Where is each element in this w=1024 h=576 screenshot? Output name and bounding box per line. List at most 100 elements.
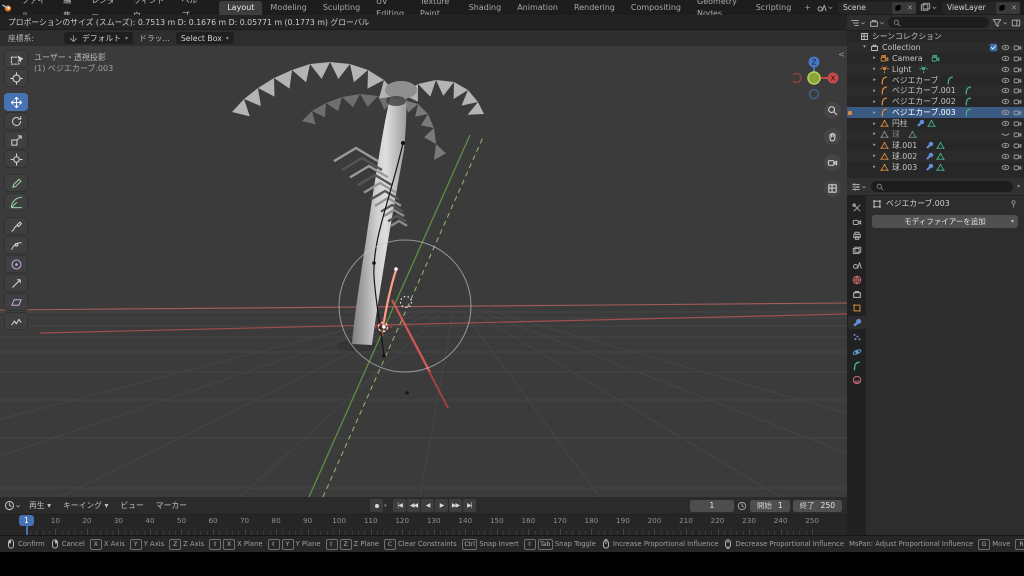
tool-radius-button[interactable]	[4, 255, 28, 273]
camera-restrict-icon[interactable]	[1013, 43, 1022, 52]
properties-tab-scene-cone[interactable]	[848, 259, 866, 272]
eye-open-icon[interactable]	[1001, 108, 1010, 117]
eye-open-icon[interactable]	[1001, 152, 1010, 161]
playhead[interactable]: 1	[19, 515, 34, 526]
tool-move-button[interactable]	[4, 93, 28, 111]
new-view-layer-icon[interactable]	[996, 2, 1008, 14]
selected-handle-point[interactable]	[394, 267, 398, 271]
curve-control-point[interactable]	[401, 141, 405, 145]
camera-restrict-icon[interactable]	[1013, 108, 1022, 117]
eye-open-icon[interactable]	[1001, 76, 1010, 85]
jump-start-button[interactable]: |◀	[393, 499, 406, 512]
workspace-tab-scripting[interactable]: Scripting	[748, 1, 800, 15]
camera-restrict-icon[interactable]	[1013, 119, 1022, 128]
jump-end-button[interactable]: ▶|	[463, 499, 476, 512]
start-frame-field[interactable]: 開始1	[750, 500, 790, 512]
outliner-row-selected[interactable]: ▸ベジエカーブ.003	[847, 107, 1024, 118]
workspace-tab-layout[interactable]: Layout	[219, 1, 262, 15]
outliner-row-3[interactable]: ▸Light	[847, 64, 1024, 75]
orientation-dropdown[interactable]: デフォルト ▾	[64, 32, 133, 44]
eye-open-icon[interactable]	[1001, 65, 1010, 74]
auto-key-record-button[interactable]	[370, 499, 383, 512]
selected-handle-point[interactable]	[382, 325, 385, 328]
remove-view-layer-icon[interactable]: ✕	[1008, 2, 1020, 14]
outliner-row-1[interactable]: ▾Collection	[847, 42, 1024, 53]
workspace-tab-sculpting[interactable]: Sculpting	[315, 1, 368, 15]
tool-annotate-button[interactable]	[4, 174, 28, 192]
eye-open-icon[interactable]	[1001, 43, 1010, 52]
properties-editor-type-icon[interactable]	[851, 182, 867, 192]
gizmo-minus-x-axis[interactable]	[793, 74, 801, 83]
timeline-menu-3[interactable]: マーカー	[150, 500, 193, 511]
eye-open-icon[interactable]	[1001, 141, 1010, 150]
end-frame-field[interactable]: 終了250	[793, 500, 842, 512]
camera-restrict-icon[interactable]	[1013, 65, 1022, 74]
eye-open-icon[interactable]	[1001, 163, 1010, 172]
nav-grid-button[interactable]	[824, 180, 841, 197]
disclosure-triangle-icon[interactable]: ▸	[871, 77, 878, 83]
properties-tab-material[interactable]	[848, 374, 866, 387]
new-scene-icon[interactable]	[892, 2, 904, 14]
disclosure-triangle-icon[interactable]: ▸	[871, 110, 878, 116]
prev-keyframe-button[interactable]: ◀◀	[407, 499, 420, 512]
curve-control-point[interactable]	[372, 261, 376, 265]
outliner-row-8[interactable]: ▸円柱	[847, 118, 1024, 129]
gizmo-minus-z-axis[interactable]	[810, 90, 819, 99]
outliner-row-10[interactable]: ▸球.001	[847, 140, 1024, 151]
add-modifier-button[interactable]: モディファイアーを追加 ▾	[872, 215, 1018, 228]
checkbox-icon[interactable]	[989, 43, 998, 52]
camera-restrict-icon[interactable]	[1013, 86, 1022, 95]
camera-restrict-icon[interactable]	[1013, 54, 1022, 63]
play-button[interactable]: ▶	[435, 499, 448, 512]
chevron-down-icon[interactable]: ▾	[384, 503, 387, 509]
curve-control-point[interactable]	[382, 354, 386, 358]
timeline-menu-1[interactable]: キーイング ▾	[57, 500, 114, 511]
outliner-row-9[interactable]: ▸球	[847, 129, 1024, 140]
outliner-row-12[interactable]: ▸球.003	[847, 162, 1024, 173]
workspace-tab-compositing[interactable]: Compositing	[623, 1, 689, 15]
timeline-ruler[interactable]: 1 10203040506070809010011012013014015016…	[0, 515, 847, 535]
filter-icon[interactable]	[992, 18, 1008, 28]
outliner-row-2[interactable]: ▸Camera	[847, 53, 1024, 64]
tool-randomize-button[interactable]	[4, 312, 28, 330]
disclosure-triangle-icon[interactable]: ▸	[871, 88, 878, 94]
disclosure-triangle-icon[interactable]: ▸	[871, 121, 878, 127]
tool-scale-button[interactable]	[4, 131, 28, 149]
eye-closed-icon[interactable]	[1001, 130, 1010, 139]
timeline-editor-type-icon[interactable]	[4, 500, 21, 511]
camera-restrict-icon[interactable]	[1013, 141, 1022, 150]
properties-tab-particles[interactable]	[848, 331, 866, 344]
display-mode-icon[interactable]	[850, 18, 866, 28]
pin-icon[interactable]	[1009, 199, 1018, 208]
scene-selector-icon[interactable]	[816, 2, 834, 13]
chevron-down-icon[interactable]: ▾	[1017, 183, 1020, 190]
disclosure-triangle-icon[interactable]: ▸	[871, 153, 878, 159]
disclosure-triangle-icon[interactable]: ▸	[871, 55, 878, 61]
unlink-scene-icon[interactable]: ✕	[904, 2, 916, 14]
workspace-tab-shading[interactable]: Shading	[461, 1, 510, 15]
timeline-menu-0[interactable]: 再生 ▾	[23, 500, 57, 511]
clock-icon[interactable]	[737, 501, 747, 511]
tool-rotate-button[interactable]	[4, 112, 28, 130]
add-workspace-button[interactable]: +	[799, 3, 816, 12]
eye-open-icon[interactable]	[1001, 86, 1010, 95]
selected-curve-segment[interactable]	[383, 270, 396, 328]
curve-control-point[interactable]	[405, 391, 409, 395]
properties-tab-collection[interactable]	[848, 287, 866, 300]
outliner-row-5[interactable]: ▸ベジエカーブ.001	[847, 85, 1024, 96]
disclosure-triangle-icon[interactable]: ▸	[871, 164, 878, 170]
properties-tab-physics[interactable]	[848, 345, 866, 358]
current-frame-field[interactable]: 1	[690, 500, 734, 512]
scene-field[interactable]: Scene ✕	[838, 2, 916, 14]
play-reverse-button[interactable]: ◀	[421, 499, 434, 512]
properties-tab-wrench[interactable]	[848, 316, 866, 329]
eye-open-icon[interactable]	[1001, 54, 1010, 63]
disclosure-triangle-icon[interactable]: ▸	[871, 142, 878, 148]
disclosure-triangle-icon[interactable]: ▸	[871, 99, 878, 105]
3d-viewport[interactable]: ユーザー・透視投影 (1) ベジエカーブ.003 Z X <	[0, 46, 847, 497]
tool-transform-button[interactable]	[4, 150, 28, 168]
properties-tab-printer[interactable]	[848, 230, 866, 243]
nav-camera-button[interactable]	[824, 154, 841, 171]
workspace-tab-rendering[interactable]: Rendering	[566, 1, 623, 15]
workspace-tab-animation[interactable]: Animation	[509, 1, 566, 15]
